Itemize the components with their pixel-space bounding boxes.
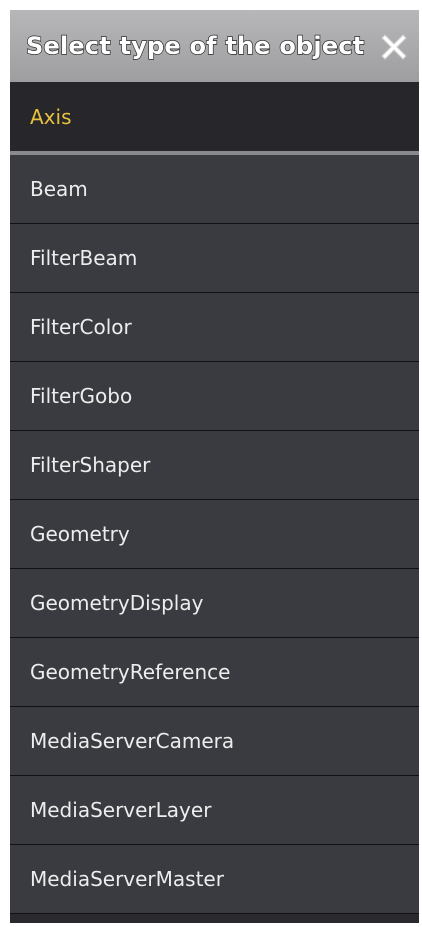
list-item-geometry[interactable]: Geometry: [10, 500, 419, 569]
list-item-mediaserverlayer[interactable]: MediaServerLayer: [10, 776, 419, 845]
list-item-label: FilterBeam: [30, 246, 138, 270]
dialog-title: Select type of the object: [25, 31, 365, 60]
list-item-label: Axis: [30, 104, 72, 129]
list-item-label: MediaServerMaster: [30, 867, 224, 891]
object-type-list: Axis Beam FilterBeam FilterColor FilterG…: [10, 82, 419, 914]
list-item-filtercolor[interactable]: FilterColor: [10, 293, 419, 362]
list-item-label: GeometryDisplay: [30, 591, 204, 615]
list-item-label: Beam: [30, 177, 88, 201]
list-item-geometrydisplay[interactable]: GeometryDisplay: [10, 569, 419, 638]
list-item-label: MediaServerLayer: [30, 798, 212, 822]
list-item-label: FilterShaper: [30, 453, 151, 477]
list-item-beam[interactable]: Beam: [10, 155, 419, 224]
select-type-dialog: Select type of the object Axis Beam Filt…: [10, 10, 419, 923]
list-item-label: FilterColor: [30, 315, 132, 339]
list-item-label: MediaServerCamera: [30, 729, 235, 753]
dialog-titlebar: Select type of the object: [10, 10, 419, 82]
list-item-mediaservercamera[interactable]: MediaServerCamera: [10, 707, 419, 776]
list-item-filtershaper[interactable]: FilterShaper: [10, 431, 419, 500]
list-item-mediaservermaster[interactable]: MediaServerMaster: [10, 845, 419, 914]
list-item-label: FilterGobo: [30, 384, 133, 408]
list-item-filtergobo[interactable]: FilterGobo: [10, 362, 419, 431]
close-x-icon: [381, 34, 407, 60]
list-item-axis[interactable]: Axis: [10, 82, 419, 155]
list-item-label: GeometryReference: [30, 660, 231, 684]
list-item-filterbeam[interactable]: FilterBeam: [10, 224, 419, 293]
list-item-geometryreference[interactable]: GeometryReference: [10, 638, 419, 707]
close-button[interactable]: [377, 30, 411, 64]
list-item-label: Geometry: [30, 522, 130, 546]
